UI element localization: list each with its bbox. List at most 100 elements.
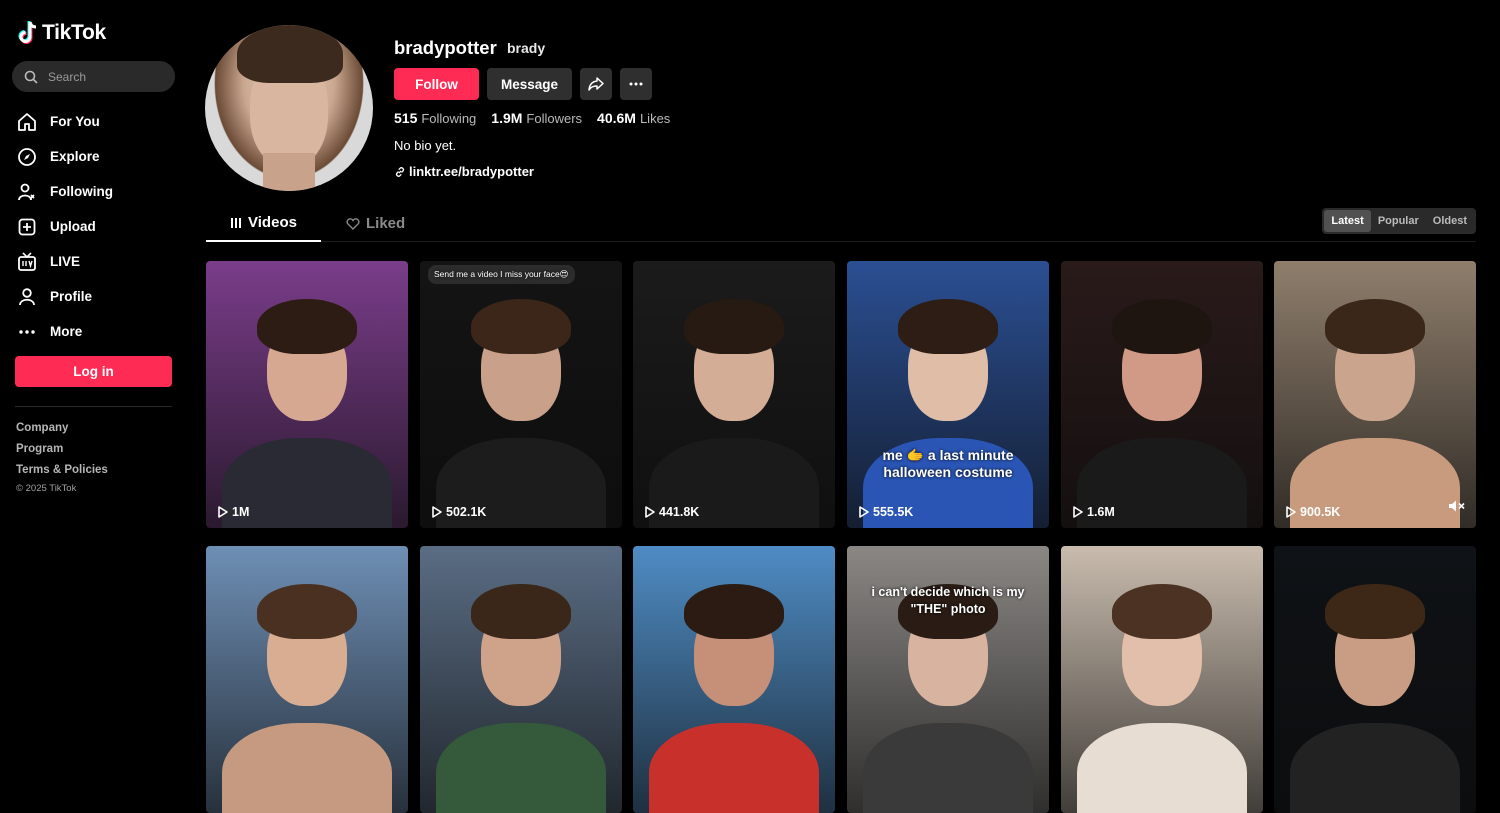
view-count-text: 1M [232,505,250,519]
video-card[interactable] [206,546,408,813]
sort-latest[interactable]: Latest [1324,210,1371,232]
view-count: 1M [218,505,249,519]
play-icon [1286,506,1296,518]
avatar [205,25,373,191]
view-count-text: 502.1K [446,505,487,519]
login-button[interactable]: Log in [15,356,172,387]
more-options-button[interactable] [620,68,652,100]
video-caption-overlay: me 🫱 a last minute halloween costume [847,447,1049,481]
video-card[interactable] [1061,546,1263,813]
play-icon [218,506,228,518]
view-count: 441.8K [645,505,699,519]
profile-link-text: linktr.ee/bradypotter [409,164,534,179]
more-icon [19,329,35,334]
ellipsis-icon [629,82,643,86]
view-count: 1.6M [1073,505,1115,519]
profile-stats: 515 Following 1.9M Followers 40.6M Likes [394,110,670,128]
profile-link[interactable]: linktr.ee/bradypotter [394,164,534,179]
sort-control: Latest Popular Oldest [1322,208,1476,234]
footer-link-terms[interactable]: Terms & Policies [16,462,108,483]
stat-following[interactable]: 515 Following [394,110,476,128]
video-card[interactable]: 1M [206,261,408,528]
profile-tabs: Videos Liked Latest Popular Oldest [206,205,1476,242]
tab-liked-label: Liked [366,215,406,232]
profile-bio: No bio yet. [394,138,457,153]
tiktok-note-icon [18,21,37,44]
sidebar-item-profile[interactable]: Profile [17,279,113,314]
sidebar-nav: For You Explore Following Upload LIVE Pr… [17,104,113,349]
tab-videos-label: Videos [248,214,297,231]
sidebar-item-label: Following [50,184,113,199]
profile-actions: Follow Message [394,68,652,100]
view-count: 900.5K [1286,505,1340,519]
share-button[interactable] [580,68,612,100]
play-icon [645,506,655,518]
search-bar[interactable] [12,61,175,92]
sidebar-item-more[interactable]: More [17,314,113,349]
follow-button[interactable]: Follow [394,68,479,100]
link-icon [395,166,405,177]
sidebar: TikTok For You Explore Following Upload … [0,0,190,756]
video-card[interactable]: i can't decide which is my "THE" photo [847,546,1049,813]
sidebar-item-following[interactable]: Following [17,174,113,209]
play-icon [859,506,869,518]
footer-link-company[interactable]: Company [16,420,108,441]
video-card[interactable]: Send me a video I miss your face😍 502.1K [420,261,622,528]
mute-button[interactable] [1448,499,1466,518]
message-bubble-text: Send me a video I miss your face😍 [428,265,575,284]
footer-links: Company Program Terms & Policies [16,420,108,483]
home-icon [18,112,36,131]
sidebar-item-live[interactable]: LIVE [17,244,113,279]
video-card[interactable]: 441.8K [633,261,835,528]
sort-oldest[interactable]: Oldest [1426,210,1474,232]
search-input[interactable] [48,69,158,84]
tiktok-logo[interactable]: TikTok [18,20,106,46]
sidebar-item-label: For You [50,114,100,129]
sidebar-item-label: Explore [50,149,100,164]
sidebar-item-explore[interactable]: Explore [17,139,113,174]
caption-line: "THE" photo [910,602,986,616]
view-count: 502.1K [432,505,486,519]
message-button[interactable]: Message [487,68,572,100]
sort-popular[interactable]: Popular [1371,210,1426,232]
copyright: © 2025 TikTok [16,483,77,494]
play-icon [1073,506,1083,518]
caption-line: me 🫱 a last minute [882,447,1014,463]
stat-followers[interactable]: 1.9M Followers [491,110,582,128]
tab-liked[interactable]: Liked [346,205,405,242]
tiktok-wordmark: TikTok [42,21,106,44]
video-card[interactable]: me 🫱 a last minute halloween costume 555.5… [847,261,1049,528]
profile-icon [19,287,35,305]
sidebar-item-label: More [50,324,83,339]
upload-icon [18,218,36,235]
video-card[interactable] [1274,546,1476,813]
video-card[interactable] [420,546,622,813]
view-count-text: 1.6M [1087,505,1115,519]
video-card[interactable]: 900.5K [1274,261,1476,528]
search-icon [24,70,38,84]
share-icon [588,77,604,91]
video-caption-overlay: i can't decide which is my "THE" photo [847,584,1049,618]
profile-nickname: brady [507,40,546,56]
view-count-text: 441.8K [659,505,700,519]
sidebar-item-upload[interactable]: Upload [17,209,113,244]
play-icon [432,506,442,518]
live-icon [18,251,36,271]
sidebar-item-label: Profile [50,289,93,304]
following-icon [18,183,35,200]
compass-icon [18,147,36,166]
profile-username: bradypotter [394,37,497,58]
view-count-text: 900.5K [1300,505,1341,519]
sidebar-item-label: Upload [50,219,96,234]
stat-likes: 40.6M Likes [597,110,671,126]
footer-link-program[interactable]: Program [16,441,108,462]
caption-line: halloween costume [883,464,1013,480]
video-card[interactable]: 1.6M [1061,261,1263,528]
video-card[interactable] [633,546,835,813]
sidebar-item-for-you[interactable]: For You [17,104,113,139]
sidebar-divider [15,406,172,407]
tab-videos[interactable]: Videos [206,205,321,242]
view-count-text: 555.5K [873,505,914,519]
muted-speaker-icon [1449,500,1465,512]
caption-line: i can't decide which is my [871,585,1025,599]
